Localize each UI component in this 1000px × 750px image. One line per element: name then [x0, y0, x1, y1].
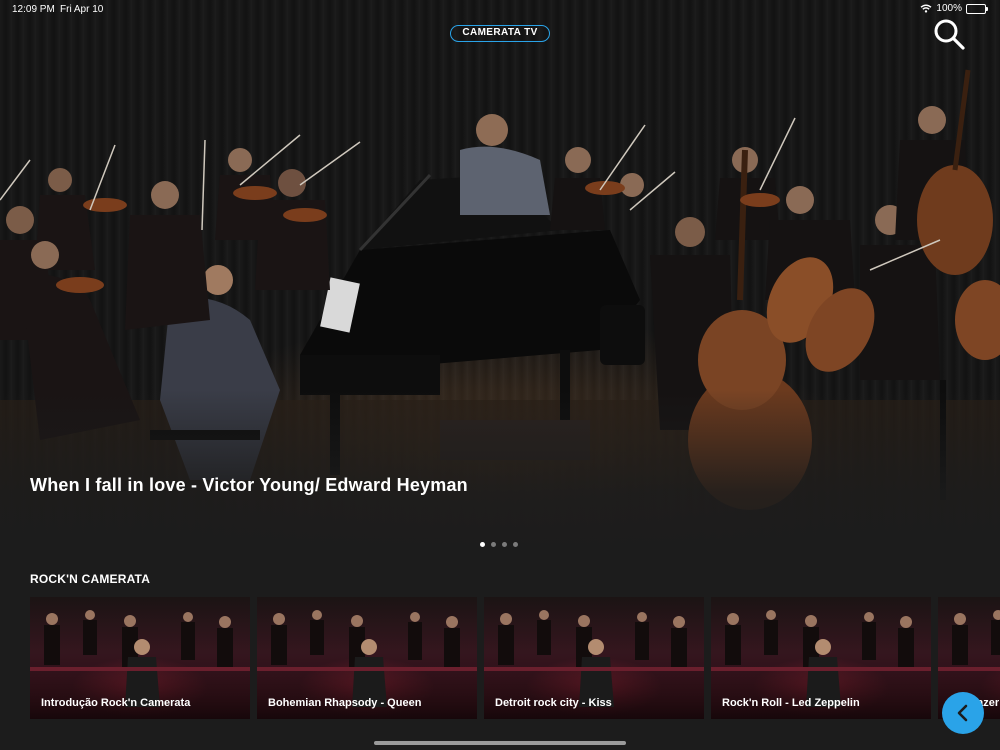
search-button[interactable] [932, 17, 966, 51]
page-dot[interactable] [502, 542, 507, 547]
status-right: 100% [920, 3, 988, 14]
video-card[interactable]: Bohemian Rhapsody - Queen [257, 597, 477, 719]
video-carousel[interactable]: Introdução Rock'n Camerata Bohemian Rhap… [30, 597, 1000, 719]
screen: When I fall in love - Victor Young/ Edwa… [0, 0, 1000, 750]
section-title: ROCK'N CAMERATA [30, 572, 151, 586]
hero-banner[interactable]: When I fall in love - Victor Young/ Edwa… [0, 0, 1000, 560]
page-dot[interactable] [480, 542, 485, 547]
video-card[interactable]: Detroit rock city - Kiss [484, 597, 704, 719]
home-indicator[interactable] [374, 741, 626, 745]
video-card[interactable]: Rock'n Roll - Led Zeppelin [711, 597, 931, 719]
back-button[interactable] [942, 692, 984, 734]
video-card[interactable]: Introdução Rock'n Camerata [30, 597, 250, 719]
search-icon [934, 19, 965, 50]
video-card-title: Detroit rock city - Kiss [495, 697, 612, 709]
wifi-icon [920, 4, 932, 13]
battery-icon [966, 3, 988, 14]
status-bar: 12:09 PM Fri Apr 10 100% [0, 0, 1000, 18]
app-logo[interactable]: CAMERATA TV [450, 25, 550, 42]
battery-percent: 100% [936, 3, 962, 14]
page-dot[interactable] [491, 542, 496, 547]
status-date: Fri Apr 10 [60, 4, 104, 15]
page-indicator[interactable] [480, 542, 518, 547]
video-card-title: Introdução Rock'n Camerata [41, 697, 191, 709]
video-card-title: Rock'n Roll - Led Zeppelin [722, 697, 860, 709]
status-time: 12:09 PM [12, 4, 55, 15]
hero-title: When I fall in love - Victor Young/ Edwa… [30, 475, 468, 495]
chevron-left-icon [957, 704, 968, 722]
page-dot[interactable] [513, 542, 518, 547]
video-card-title: Bohemian Rhapsody - Queen [268, 697, 422, 709]
